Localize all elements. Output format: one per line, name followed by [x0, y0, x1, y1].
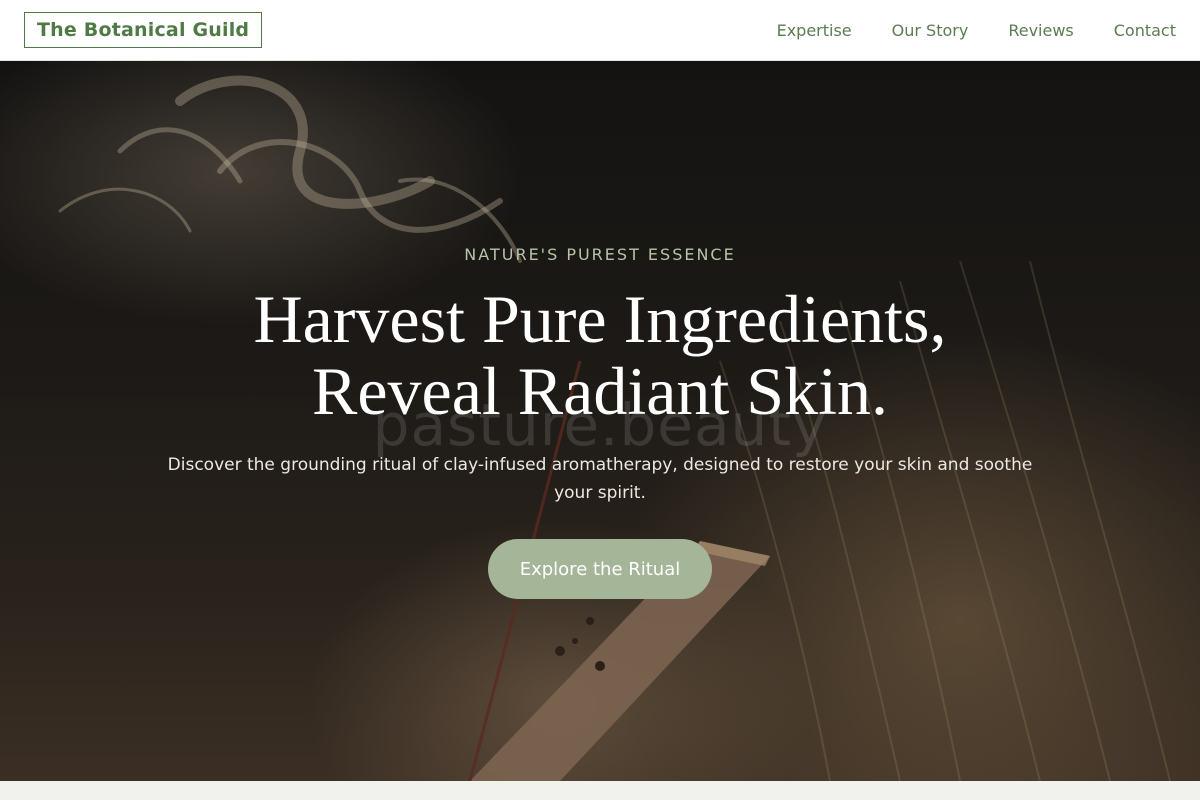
- hero-subtitle: Discover the grounding ritual of clay-in…: [167, 455, 1033, 503]
- brand-logo[interactable]: The Botanical Guild: [24, 12, 263, 48]
- nav-link-contact[interactable]: Contact: [1114, 21, 1176, 40]
- hero-content: NATURE'S PUREST ESSENCE Harvest Pure Ing…: [0, 61, 1200, 781]
- explore-ritual-button[interactable]: Explore the Ritual: [488, 539, 712, 599]
- next-section-edge: [0, 781, 1200, 800]
- hero-section: pasture.beauty NATURE'S PUREST ESSENCE H…: [0, 61, 1200, 781]
- hero-headline: Harvest Pure Ingredients, Reveal Radiant…: [100, 283, 1100, 427]
- hero-headline-line-1: Harvest Pure Ingredients,: [253, 281, 947, 357]
- hero-eyebrow: NATURE'S PUREST ESSENCE: [464, 245, 736, 264]
- nav-link-reviews[interactable]: Reviews: [1008, 21, 1073, 40]
- main-nav: Expertise Our Story Reviews Contact: [777, 21, 1176, 40]
- hero-headline-line-2: Reveal Radiant Skin.: [311, 353, 888, 429]
- nav-link-expertise[interactable]: Expertise: [777, 21, 852, 40]
- site-header: The Botanical Guild Expertise Our Story …: [0, 0, 1200, 61]
- nav-link-our-story[interactable]: Our Story: [892, 21, 969, 40]
